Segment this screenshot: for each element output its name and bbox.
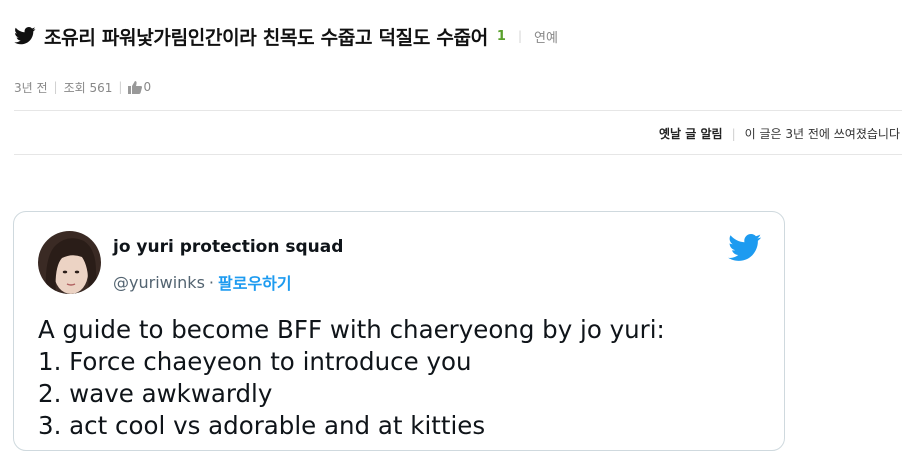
post-time: 3년 전 xyxy=(14,80,48,95)
like-count: 0 xyxy=(143,80,152,94)
post-title[interactable]: 조유리 파워낯가림인간이라 친목도 수줍고 덕질도 수줍어 xyxy=(44,23,488,50)
old-post-message: 이 글은 3년 전에 쓰여졌습니다 xyxy=(744,127,900,141)
tweet-line: A guide to become BFF with chaeryeong by… xyxy=(38,315,665,344)
separator-dot: · xyxy=(208,272,214,292)
divider: | xyxy=(517,29,522,43)
twitter-bird-icon xyxy=(14,27,36,45)
thumbs-up-icon xyxy=(128,80,143,94)
divider-line xyxy=(14,110,902,111)
view-count: 조회 561 xyxy=(63,80,113,95)
tweet-handle[interactable]: @yuriwinks xyxy=(113,273,205,292)
tweet-line: 3. act cool vs adorable and at kitties xyxy=(38,411,486,440)
divider: | xyxy=(731,126,736,141)
post-meta: 3년 전 | 조회 561 | 0 xyxy=(14,78,151,96)
tweet-line: 1. Force chaeyeon to introduce you xyxy=(38,347,472,376)
divider: | xyxy=(118,80,123,94)
tweet-handle-row: @yuriwinks · 팔로우하기 xyxy=(113,270,292,294)
tweet-author-name[interactable]: jo yuri protection squad xyxy=(113,237,343,257)
tweet-line: 2. wave awkwardly xyxy=(38,379,273,408)
tweet-body: A guide to become BFF with chaeryeong by… xyxy=(38,314,665,442)
post-title-row: 조유리 파워낯가림인간이라 친목도 수줍고 덕질도 수줍어 1 | 연예 xyxy=(14,22,558,50)
old-post-notice: 옛날 글 알림 | 이 글은 3년 전에 쓰여졌습니다 xyxy=(659,125,900,142)
avatar[interactable] xyxy=(38,231,101,294)
embedded-tweet[interactable]: jo yuri protection squad @yuriwinks · 팔로… xyxy=(13,211,785,451)
comment-count[interactable]: 1 xyxy=(497,29,506,44)
divider-line xyxy=(14,154,902,155)
divider: | xyxy=(53,80,58,94)
category-link[interactable]: 연예 xyxy=(534,27,558,46)
follow-button[interactable]: 팔로우하기 xyxy=(218,270,292,294)
old-post-label: 옛날 글 알림 xyxy=(659,127,723,141)
twitter-logo-icon[interactable] xyxy=(728,234,762,262)
